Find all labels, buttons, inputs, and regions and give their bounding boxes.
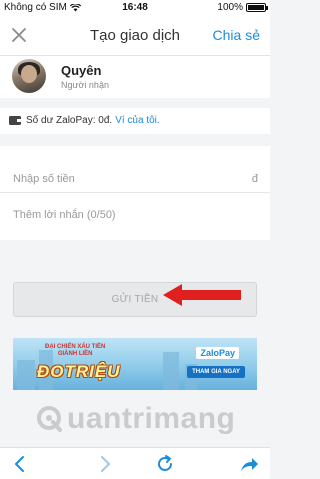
promo-banner[interactable]: ĐẠI CHIẾN XÁU TIỀN GIÀNH LIỀN ĐOTRIỆU Za… [13,338,257,390]
battery-status: 100% [217,2,268,13]
wallet-icon [9,116,21,125]
reload-icon[interactable] [155,454,175,474]
watermark-text: uantrimang [67,402,236,435]
nav-bar: Tạo giao dịch Chia sẻ [0,16,270,56]
red-arrow-annotation [163,284,241,306]
avatar [12,59,46,93]
currency-label: đ [251,173,258,185]
forward-icon[interactable] [95,454,115,474]
recipient-role: Người nhận [61,80,109,90]
message-field[interactable]: Thêm lời nhắn (0/50) [0,193,270,240]
banner-subtitle: ĐẠI CHIẾN XÁU TIỀN GIÀNH LIỀN [45,344,106,358]
back-icon[interactable] [10,454,30,474]
banner-title: ĐOTRIỆU [37,362,121,381]
balance-text: Số dư ZaloPay: 0đ. Ví của tôi. [26,115,160,126]
watermark-logo-icon [37,406,62,432]
share-arrow-icon[interactable] [239,454,259,474]
browser-toolbar [0,447,270,479]
share-button[interactable]: Chia sẻ [213,27,260,43]
balance-row: Số dư ZaloPay: 0đ. Ví của tôi. [0,108,270,134]
battery-percent: 100% [217,2,243,13]
watermark: uantrimang [36,402,235,436]
zalopay-logo: ZaloPay [196,347,239,359]
battery-icon [246,3,268,12]
join-now-button[interactable]: THAM GIA NGAY [187,366,245,378]
amount-field[interactable]: Nhập số tiền đ [0,146,270,193]
recipient-card: Quyên Người nhận [0,56,270,98]
transfer-form: Nhập số tiền đ Thêm lời nhắn (0/50) [0,146,270,240]
recipient-name: Quyên [61,63,102,78]
my-wallet-link[interactable]: Ví của tôi. [115,115,159,126]
amount-placeholder: Nhập số tiền [13,173,75,185]
message-placeholder: Thêm lời nhắn (0/50) [13,209,116,221]
balance-amount: Số dư ZaloPay: 0đ. [26,115,113,126]
status-bar: Không có SIM 16:48 100% [0,0,270,16]
